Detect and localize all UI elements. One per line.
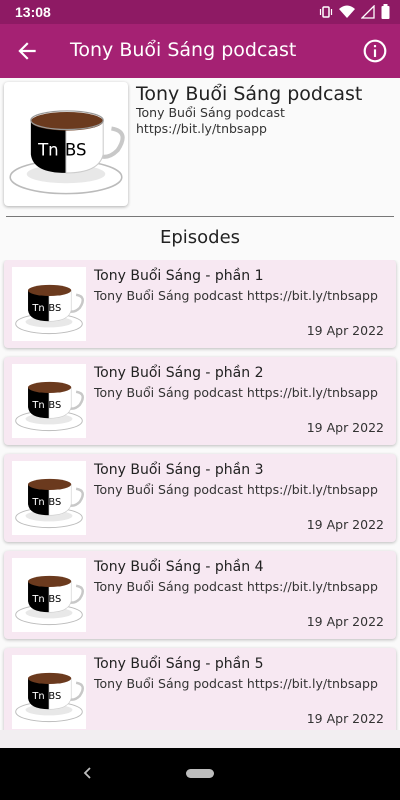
nav-back-icon[interactable]: [80, 765, 96, 781]
podcast-title: Tony Buổi Sáng podcast: [136, 83, 363, 105]
logo-text-left: Tn: [31, 303, 44, 314]
podcast-cover: Tn BS: [4, 82, 128, 206]
coffee-cup-logo: Tn BS: [15, 478, 85, 529]
divider: [6, 216, 394, 217]
episode-thumbnail: Tn BS: [12, 364, 86, 438]
system-nav-bar: [0, 748, 400, 800]
info-icon[interactable]: [362, 38, 388, 64]
signal-icon: [361, 4, 375, 19]
logo-text-left: Tn: [31, 497, 44, 508]
episode-card[interactable]: Tn BS Tony Buổi Sáng - phần 3 Tony Buổi …: [4, 454, 396, 542]
episode-date: 19 Apr 2022: [306, 711, 384, 726]
episode-description: Tony Buổi Sáng podcast https://bit.ly/tn…: [94, 288, 378, 303]
logo-text-right: BS: [48, 691, 61, 702]
episode-date: 19 Apr 2022: [306, 614, 384, 629]
episode-title: Tony Buổi Sáng - phần 1: [94, 268, 264, 284]
logo-text-right: BS: [48, 594, 61, 605]
list-bottom-edge: [0, 730, 400, 748]
battery-icon: [381, 4, 390, 19]
episode-title: Tony Buổi Sáng - phần 4: [94, 559, 264, 575]
episode-description: Tony Buổi Sáng podcast https://bit.ly/tn…: [94, 385, 378, 400]
episode-date: 19 Apr 2022: [306, 517, 384, 532]
episode-date: 19 Apr 2022: [306, 420, 384, 435]
episode-description: Tony Buổi Sáng podcast https://bit.ly/tn…: [94, 676, 378, 691]
episode-card[interactable]: Tn BS Tony Buổi Sáng - phần 5 Tony Buổi …: [4, 648, 396, 730]
coffee-cup-logo: Tn BS: [15, 575, 85, 626]
logo-text-right: BS: [65, 140, 87, 159]
episode-title: Tony Buổi Sáng - phần 5: [94, 656, 264, 672]
episode-card[interactable]: Tn BS Tony Buổi Sáng - phần 2 Tony Buổi …: [4, 357, 396, 445]
episode-card[interactable]: Tn BS Tony Buổi Sáng - phần 1 Tony Buổi …: [4, 260, 396, 348]
podcast-author: Tony Buổi Sáng podcast: [136, 105, 285, 120]
episode-description: Tony Buổi Sáng podcast https://bit.ly/tn…: [94, 482, 378, 497]
podcast-link[interactable]: https://bit.ly/tnbsapp: [136, 121, 267, 136]
app-bar: Tony Buổi Sáng podcast: [0, 24, 400, 78]
vibrate-icon: [319, 5, 333, 18]
logo-text-right: BS: [48, 497, 61, 508]
status-icons: [319, 4, 390, 19]
episode-date: 19 Apr 2022: [306, 323, 384, 338]
logo-text-right: BS: [48, 400, 61, 411]
status-bar: 13:08: [0, 0, 400, 24]
coffee-cup-logo: Tn BS: [15, 381, 85, 432]
coffee-cup-logo: Tn BS: [15, 284, 85, 335]
episode-thumbnail: Tn BS: [12, 558, 86, 632]
wifi-icon: [339, 5, 355, 18]
logo-text-left: Tn: [31, 400, 44, 411]
podcast-header: Tn BS Tony Buổi Sáng podcast Tony Buổi S…: [0, 80, 400, 210]
status-time: 13:08: [15, 4, 51, 20]
arrow-back-icon[interactable]: [14, 38, 40, 64]
episode-title: Tony Buổi Sáng - phần 3: [94, 462, 264, 478]
episode-thumbnail: Tn BS: [12, 655, 86, 729]
coffee-cup-logo: Tn BS: [9, 110, 125, 195]
episode-card[interactable]: Tn BS Tony Buổi Sáng - phần 4 Tony Buổi …: [4, 551, 396, 639]
logo-text-right: BS: [48, 303, 61, 314]
episode-title: Tony Buổi Sáng - phần 2: [94, 365, 264, 381]
logo-text-left: Tn: [37, 140, 59, 159]
episode-list[interactable]: Tn BS Tony Buổi Sáng - phần 1 Tony Buổi …: [0, 260, 400, 730]
episode-description: Tony Buổi Sáng podcast https://bit.ly/tn…: [94, 579, 378, 594]
episodes-heading: Episodes: [159, 227, 241, 248]
logo-text-left: Tn: [31, 691, 44, 702]
episode-thumbnail: Tn BS: [12, 267, 86, 341]
page-title: Tony Buổi Sáng podcast: [70, 39, 297, 61]
episode-thumbnail: Tn BS: [12, 461, 86, 535]
nav-home-pill[interactable]: [186, 769, 214, 778]
coffee-cup-logo: Tn BS: [15, 672, 85, 723]
logo-text-left: Tn: [31, 594, 44, 605]
